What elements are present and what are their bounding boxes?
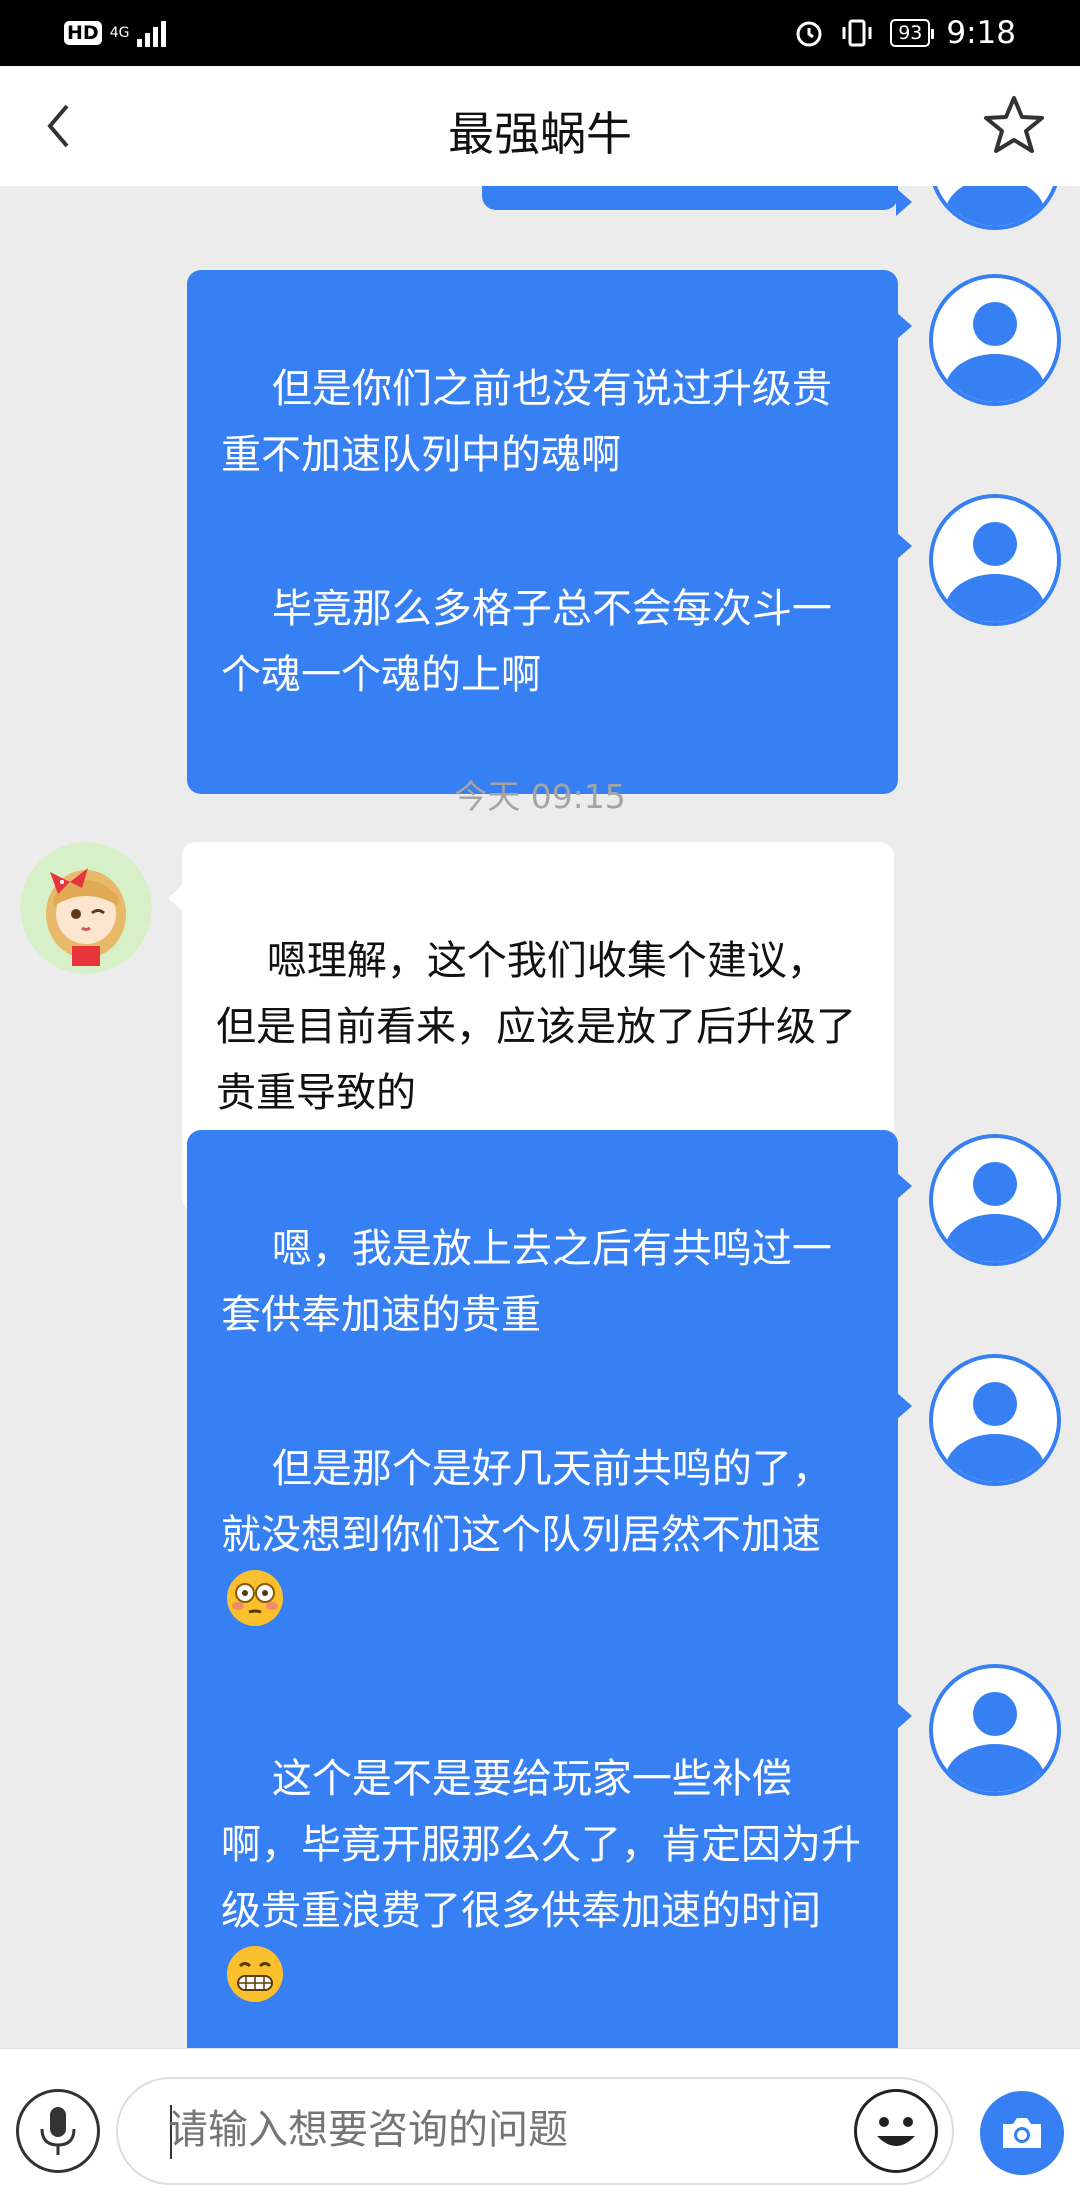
star-icon — [984, 96, 1044, 153]
message-bubble-user[interactable]: 毕竟那么多格子总不会每次斗一个魂一个魂的上啊 — [187, 490, 912, 794]
default-user-avatar[interactable] — [929, 186, 1061, 230]
input-bar — [0, 2048, 1080, 2204]
signal-icon — [137, 21, 167, 47]
message-bubble-user[interactable] — [482, 186, 912, 216]
message-text: 这个是不是要给玩家一些补偿啊，毕竟开服那么久了，肯定因为升级贵重浪费了很多供奉加… — [221, 1756, 861, 1934]
grinning-teeth-emoji — [227, 1946, 283, 2002]
message-text: 嗯，我是放上去之后有共鸣过一套供奉加速的贵重 — [221, 1226, 832, 1338]
alarm-icon — [796, 21, 822, 47]
status-bar: HD 4G 93 9:18 — [0, 0, 1080, 66]
message-bubble-user[interactable]: 这个是不是要给玩家一些补偿啊，毕竟开服那么久了，肯定因为升级贵重浪费了很多供奉加… — [187, 1660, 912, 2048]
message-text: 但是你们之前也没有说过升级贵重不加速队列中的魂啊 — [221, 366, 832, 478]
favorite-button[interactable] — [980, 92, 1048, 160]
microphone-icon — [40, 2107, 76, 2155]
message-text: 嗯理解，这个我们收集个建议，但是目前看来，应该是放了后升级了贵重导致的 — [216, 938, 856, 1116]
smiley-icon — [877, 2117, 915, 2146]
network-label: 4G — [109, 25, 130, 41]
page-title: 最强蜗牛 — [448, 107, 632, 161]
hd-badge: HD — [64, 21, 102, 45]
default-user-avatar[interactable] — [929, 1664, 1061, 1796]
agent-cartoon-avatar[interactable] — [20, 842, 152, 974]
battery-indicator: 93 — [890, 19, 935, 47]
default-user-avatar[interactable] — [929, 1354, 1061, 1486]
status-right: 93 9:18 — [794, 10, 1016, 56]
camera-button[interactable] — [980, 2091, 1064, 2175]
camera-icon — [1003, 2118, 1041, 2148]
message-text: 但是那个是好几天前共鸣的了，就没想到你们这个队列居然不加速 — [221, 1446, 832, 1558]
default-user-avatar[interactable] — [929, 494, 1061, 626]
emoji-button[interactable] — [854, 2089, 938, 2173]
default-user-avatar[interactable] — [929, 1134, 1061, 1266]
nav-bar: 最强蜗牛 — [0, 66, 1080, 186]
status-left: HD 4G — [64, 16, 171, 50]
chat-list[interactable]: 但是你们之前也没有说过升级贵重不加速队列中的魂啊 毕竟那么多格子总不会每次斗一个… — [0, 186, 1080, 2048]
timestamp: 今天 09:15 — [454, 777, 626, 816]
clock: 9:18 — [946, 15, 1016, 51]
flushed-face-emoji — [227, 1570, 283, 1626]
message-input-field[interactable] — [116, 2077, 954, 2185]
vibrate-icon — [842, 19, 872, 47]
message-text: 毕竟那么多格子总不会每次斗一个魂一个魂的上啊 — [221, 586, 832, 698]
voice-button[interactable] — [16, 2089, 100, 2173]
default-user-avatar[interactable] — [929, 274, 1061, 406]
message-input[interactable] — [168, 2107, 828, 2153]
